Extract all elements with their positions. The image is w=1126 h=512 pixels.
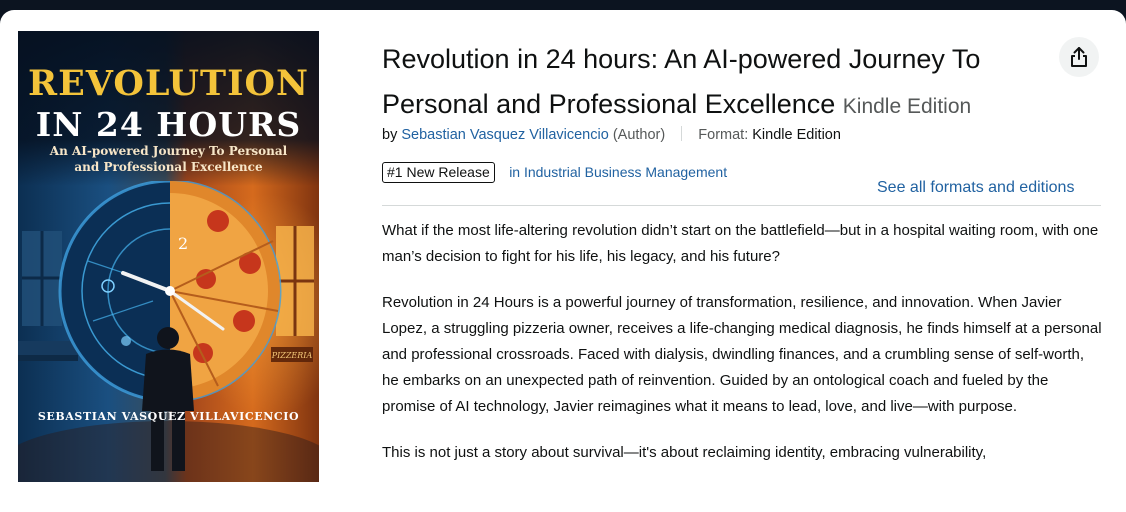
- book-description: What if the most life-altering revolutio…: [382, 218, 1102, 486]
- cover-subtitle-line2: and Professional Excellence: [74, 160, 263, 174]
- cover-subtitle-line1: An AI-powered Journey To Personal: [49, 144, 288, 158]
- byline: by Sebastian Vasquez Villavicencio (Auth…: [382, 126, 841, 143]
- cover-title-line2: IN 24 HOURS: [35, 105, 302, 144]
- cover-subtitle: An AI-powered Journey To Personal and Pr…: [36, 143, 301, 175]
- new-release-row: #1 New Release in Industrial Business Ma…: [382, 162, 727, 183]
- book-cover-image[interactable]: PIZZERIA 2 REVOLUTION IN 24 HOURS An AI-…: [18, 31, 319, 482]
- badge-category-link[interactable]: in Industrial Business Management: [509, 164, 727, 180]
- format-label: Format:: [698, 127, 749, 143]
- author-role: (Author): [612, 127, 666, 143]
- share-button[interactable]: [1059, 37, 1099, 77]
- see-all-formats-link[interactable]: See all formats and editions: [877, 179, 1074, 197]
- description-paragraph: Revolution in 24 Hours is a powerful jou…: [382, 294, 1102, 415]
- description-paragraph: This is not just a story about survival—…: [382, 444, 987, 461]
- author-link[interactable]: Sebastian Vasquez Villavicencio: [401, 127, 608, 143]
- new-release-badge[interactable]: #1 New Release: [382, 162, 495, 183]
- product-page: PIZZERIA 2 REVOLUTION IN 24 HOURS An AI-…: [0, 10, 1126, 512]
- byline-by: by: [382, 127, 398, 143]
- product-edition: Kindle Edition: [842, 95, 972, 118]
- section-divider: [382, 205, 1101, 206]
- description-paragraph: What if the most life-altering revolutio…: [382, 222, 1099, 265]
- product-title: Revolution in 24 hours: An AI-powered Jo…: [382, 37, 1072, 129]
- share-icon: [1071, 47, 1087, 67]
- cover-illustration: PIZZERIA 2: [18, 181, 319, 482]
- cover-sign-text: PIZZERIA: [271, 351, 313, 360]
- byline-divider: [681, 126, 683, 141]
- format-value: Kindle Edition: [752, 127, 841, 143]
- cover-clock-number: 2: [178, 234, 188, 253]
- cover-title-line1: REVOLUTION: [28, 63, 309, 104]
- cover-author: SEBASTIAN VASQUEZ VILLAVICENCIO: [37, 410, 300, 423]
